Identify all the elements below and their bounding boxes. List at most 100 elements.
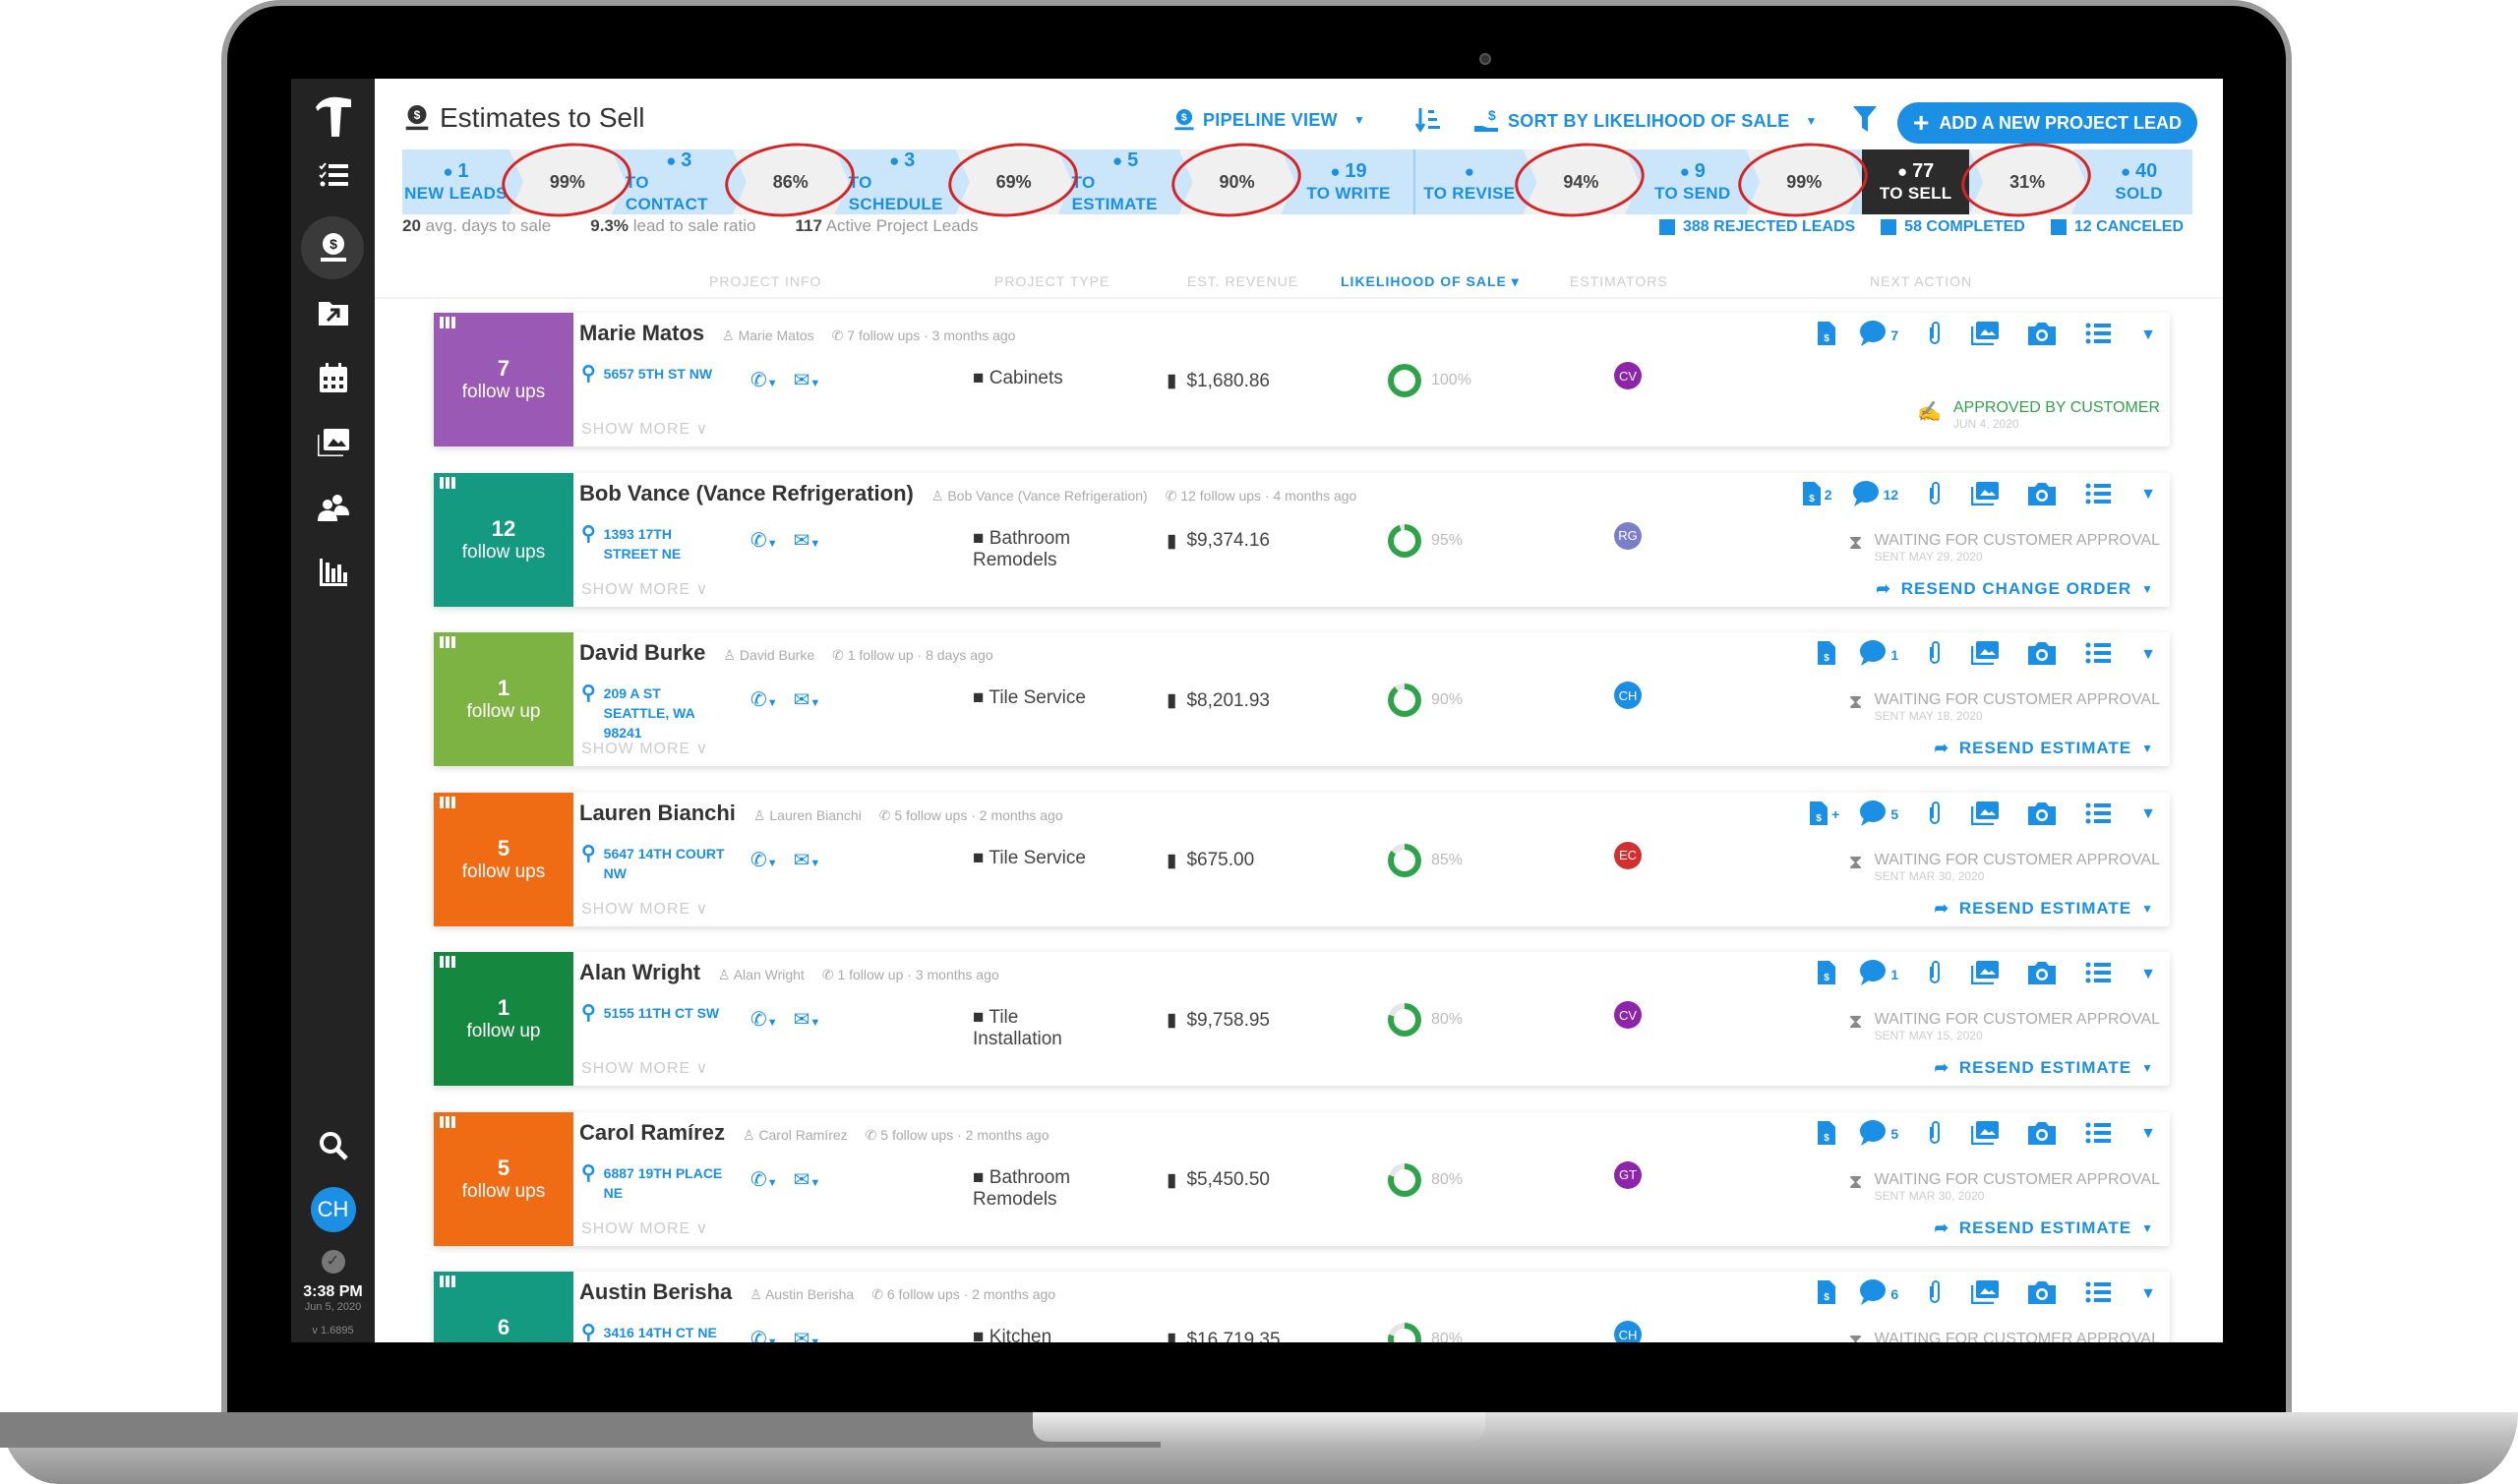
checklist-button[interactable] [2085, 962, 2112, 986]
lead-card[interactable]: 1 follow up Alan Wright ♙ Alan Wright ✆ 1 fo… [434, 952, 2170, 1086]
attachment-button[interactable] [1928, 481, 1942, 508]
attachment-button[interactable] [1928, 1280, 1942, 1307]
col-next-action[interactable]: NEXT ACTION [1870, 273, 1972, 289]
drag-handle-icon[interactable] [440, 956, 457, 968]
rejected-leads-link[interactable]: 388 REJECTED LEADS [1659, 218, 1855, 236]
attachment-button[interactable] [1928, 1120, 1942, 1148]
show-more-toggle[interactable]: SHOW MORE ∨ [581, 739, 708, 758]
pipeline-stage-to-write[interactable]: ● 19 TO WRITE [1295, 149, 1403, 214]
call-dropdown[interactable]: ✆▼ [750, 687, 778, 712]
estimator-avatar[interactable]: CV [1614, 362, 1642, 389]
lead-name[interactable]: Bob Vance (Vance Refrigeration) [579, 481, 914, 506]
lead-name[interactable]: Austin Berisha [579, 1279, 732, 1305]
show-more-toggle[interactable]: SHOW MORE ∨ [581, 419, 708, 439]
sort-by-dropdown[interactable]: $ SORT BY LIKELIHOOD OF SALE ▼ [1474, 108, 1818, 134]
lead-card[interactable]: 12 follow ups Bob Vance (Vance Refrigerati… [434, 472, 2170, 607]
more-dropdown[interactable]: ▼ [2140, 805, 2156, 823]
attachment-button[interactable] [1928, 801, 1942, 828]
call-dropdown[interactable]: ✆▼ [750, 1167, 778, 1192]
checklist-button[interactable] [2085, 323, 2112, 347]
followup-count-box[interactable]: 1 follow up [434, 952, 573, 1086]
followup-count-box[interactable]: 7 follow ups [434, 313, 573, 446]
more-dropdown[interactable]: ▼ [2140, 326, 2156, 344]
hammer-logo-icon[interactable] [291, 89, 375, 144]
camera-button[interactable] [2028, 1280, 2057, 1307]
comments-button[interactable]: 5 [1859, 1119, 1898, 1149]
comments-button[interactable]: 1 [1859, 640, 1898, 669]
more-dropdown[interactable]: ▼ [2140, 966, 2156, 983]
lead-name[interactable]: Carol Ramírez [579, 1120, 725, 1146]
sidebar-item-tasks[interactable] [291, 155, 375, 195]
email-dropdown[interactable]: ✉▼ [794, 528, 821, 553]
col-project-info[interactable]: PROJECT INFO [709, 273, 821, 289]
sidebar-item-gallery[interactable] [291, 423, 375, 462]
filter-button[interactable] [1853, 106, 1877, 132]
estimator-avatar[interactable]: GT [1614, 1160, 1642, 1189]
estimator-avatar[interactable]: CH [1614, 1321, 1642, 1342]
call-dropdown[interactable]: ✆▼ [750, 1327, 778, 1342]
next-action-button[interactable]: ➦ RESEND ESTIMATE ▼ [1935, 1058, 2154, 1078]
gallery-button[interactable] [1970, 961, 2000, 987]
followup-count-box[interactable]: 6follow ups [434, 1272, 573, 1342]
gallery-button[interactable] [1970, 801, 2000, 828]
drag-handle-icon[interactable] [440, 796, 457, 808]
comments-button[interactable]: 12 [1852, 480, 1898, 509]
drag-handle-icon[interactable] [440, 1276, 457, 1287]
followup-count-box[interactable]: 5 follow ups [434, 792, 573, 926]
search-button[interactable] [291, 1130, 375, 1169]
attachment-button[interactable] [1928, 641, 1942, 668]
gallery-button[interactable] [1970, 641, 2000, 668]
email-dropdown[interactable]: ✉▼ [794, 687, 821, 712]
canceled-link[interactable]: 12 CANCELED [2050, 218, 2184, 236]
comments-button[interactable]: 1 [1859, 960, 1898, 988]
show-more-toggle[interactable]: SHOW MORE ∨ [581, 1218, 708, 1238]
pipeline-stage-sold[interactable]: ● 40 SOLD [2085, 149, 2192, 214]
completed-link[interactable]: 58 COMPLETED [1881, 218, 2025, 236]
call-dropdown[interactable]: ✆▼ [750, 368, 778, 392]
followup-count-box[interactable]: 5 follow ups [434, 1111, 573, 1246]
pipeline-stage-to-send[interactable]: ● 9 TO SEND [1639, 149, 1746, 214]
sidebar-item-calendar[interactable] [291, 358, 375, 397]
estimate-doc-button[interactable]: $ + [1810, 801, 1839, 828]
show-more-toggle[interactable]: SHOW MORE ∨ [581, 1058, 708, 1078]
pipeline-stage-new-leads[interactable]: ● 1 NEW LEADS [402, 149, 510, 214]
pipeline-stage-to-revise[interactable]: ● TO REVISE [1415, 149, 1523, 214]
show-more-toggle[interactable]: SHOW MORE ∨ [581, 579, 708, 599]
followup-count-box[interactable]: 1 follow up [434, 632, 573, 766]
estimate-doc-button[interactable]: $ [1818, 641, 1839, 668]
add-project-lead-button[interactable]: + ADD A NEW PROJECT LEAD [1896, 102, 2197, 144]
estimator-avatar[interactable]: CH [1614, 682, 1642, 709]
sidebar-item-projects[interactable] [291, 293, 375, 332]
user-avatar[interactable]: CH [310, 1187, 356, 1232]
pipeline-stage-to-estimate[interactable]: ● 5 TO ESTIMATE [1072, 149, 1179, 214]
checklist-button[interactable] [2085, 483, 2112, 507]
gallery-button[interactable] [1970, 1280, 2000, 1307]
pipeline-stage-to-schedule[interactable]: ● 3 TO SCHEDULE [849, 149, 956, 214]
pipeline-stage-to-contact[interactable]: ● 3 TO CONTACT [626, 149, 733, 214]
call-dropdown[interactable]: ✆▼ [750, 848, 778, 872]
followup-count-box[interactable]: 12 follow ups [434, 472, 573, 607]
next-action-button[interactable]: ➦ RESEND ESTIMATE ▼ [1935, 1218, 2154, 1238]
more-dropdown[interactable]: ▼ [2140, 1285, 2156, 1303]
email-dropdown[interactable]: ✉▼ [794, 848, 821, 872]
lead-card[interactable]: 5 follow ups Lauren Bianchi ♙ Lauren Bianch… [434, 792, 2170, 926]
lead-card[interactable]: 6follow upsAustin Berisha♙ Austin Berish… [434, 1272, 2170, 1342]
comments-button[interactable]: 5 [1859, 800, 1898, 829]
checklist-button[interactable] [2085, 802, 2112, 827]
camera-button[interactable] [2028, 482, 2057, 508]
next-action-button[interactable]: ➦ RESEND CHANGE ORDER ▼ [1877, 579, 2155, 599]
address-link[interactable]: ⚲ 3416 14TH CT NE [581, 1323, 729, 1342]
estimate-doc-button[interactable]: $ [1818, 322, 1839, 348]
drag-handle-icon[interactable] [440, 317, 457, 328]
email-dropdown[interactable]: ✉▼ [794, 1007, 821, 1032]
drag-handle-icon[interactable] [440, 636, 457, 648]
checklist-button[interactable] [2085, 1122, 2112, 1147]
sidebar-item-contacts[interactable] [291, 488, 375, 527]
camera-button[interactable] [2028, 961, 2057, 987]
estimate-doc-button[interactable]: $ [1818, 1120, 1839, 1148]
checklist-button[interactable] [2085, 1281, 2112, 1306]
lead-name[interactable]: David Burke [579, 640, 705, 666]
sidebar-item-reports[interactable] [291, 553, 375, 592]
gallery-button[interactable] [1970, 1120, 2000, 1148]
address-link[interactable]: ⚲ 5647 14TH COURT NW [581, 844, 729, 883]
